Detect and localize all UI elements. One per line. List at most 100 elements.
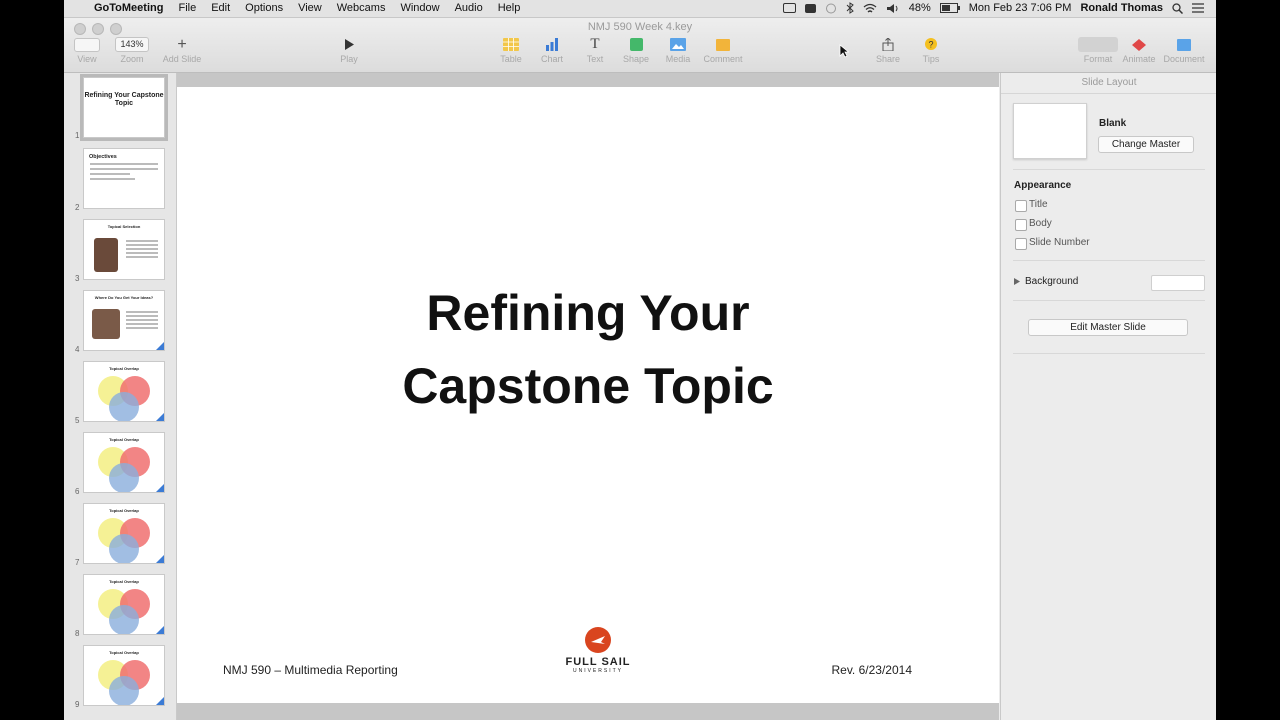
slide-title[interactable]: Refining Your Capstone Topic [177,277,999,423]
shape-button[interactable]: Shape [621,37,651,64]
slide-footer-revision[interactable]: Rev. 6/23/2014 [831,663,912,677]
slide-thumbnail-8[interactable]: Topical Overlap [83,574,165,635]
background-color-well[interactable] [1151,275,1205,291]
menu-view[interactable]: View [298,2,322,14]
menu-datetime[interactable]: Mon Feb 23 7:06 PM [969,2,1072,14]
full-sail-logo[interactable]: FULL SAIL UNIVERSITY [557,627,639,674]
view-icon [74,37,100,52]
text-icon: T [590,36,600,52]
menu-bar: GoToMeeting File Edit Options View Webca… [64,0,1216,18]
thumb-title: Topical Selection [107,224,141,229]
document-label: Document [1163,54,1205,64]
slide-thumbnail-3[interactable]: Topical Selection [83,219,165,280]
divider [1013,300,1205,301]
chart-button[interactable]: Chart [537,37,567,64]
slide-number: 9 [75,700,80,709]
slide-number-checkbox[interactable] [1015,238,1027,250]
play-button[interactable]: Play [334,37,364,64]
battery-percent[interactable]: 48% [909,2,931,14]
background-label[interactable]: Background [1025,276,1078,287]
notification-center-icon[interactable] [1192,3,1204,13]
thumb-text-lines [126,240,158,242]
wifi-icon[interactable] [863,3,877,14]
slide-number: 7 [75,558,80,567]
thumb-title: Where Do You Get Your Ideas? [94,295,154,300]
menu-edit[interactable]: Edit [211,2,230,14]
full-sail-logo-icon [585,627,611,653]
slide-canvas[interactable]: Refining Your Capstone Topic NMJ 590 – M… [177,87,999,703]
svg-text:?: ? [928,40,933,50]
share-icon [882,38,894,51]
slide-number: 4 [75,345,80,354]
airplay-icon[interactable] [782,3,796,13]
tips-button[interactable]: ? Tips [916,37,946,64]
disclosure-triangle-icon[interactable] [1014,278,1020,285]
slide-thumbnail-4[interactable]: Where Do You Get Your Ideas? [83,290,165,351]
comment-label: Comment [703,54,743,64]
thumb-text-line [90,173,130,175]
chart-label: Chart [540,54,563,64]
media-button[interactable]: Media [663,37,693,64]
slide-thumbnail-7[interactable]: Topical Overlap [83,503,165,564]
document-title[interactable]: NMJ 590 Week 4.key [64,21,1216,33]
menu-audio[interactable]: Audio [455,2,483,14]
comment-button[interactable]: Comment [699,37,747,64]
body-checkbox-label: Body [1029,218,1052,229]
animate-icon [1132,38,1146,51]
zoom-value: 143% [115,37,149,52]
zoom-menu[interactable]: 143% Zoom [112,37,152,64]
menu-user[interactable]: Ronald Thomas [1080,2,1163,14]
battery-icon[interactable] [939,3,960,13]
share-button[interactable]: Share [873,37,903,64]
menu-options[interactable]: Options [245,2,283,14]
text-button[interactable]: T Text [580,36,610,64]
slide-title-line-2: Capstone Topic [402,358,774,414]
slide-canvas-area: Refining Your Capstone Topic NMJ 590 – M… [177,73,999,720]
menu-window[interactable]: Window [400,2,439,14]
thumb-title: Objectives [89,154,117,160]
bluetooth-icon[interactable] [846,2,854,14]
comment-icon [716,38,730,51]
menu-help[interactable]: Help [498,2,521,14]
thumb-title: Topical Overlap [109,650,139,655]
media-label: Media [665,54,691,64]
table-label: Table [500,54,522,64]
edit-master-slide-button[interactable]: Edit Master Slide [1028,319,1188,336]
window-toolbar: NMJ 590 Week 4.key View 143% Zoom + Add … [64,18,1216,73]
play-label: Play [340,54,358,64]
slide-thumbnail-1[interactable]: Refining Your Capstone Topic [80,74,168,141]
thumb-title: Topical Overlap [109,508,139,513]
screen: GoToMeeting File Edit Options View Webca… [64,0,1216,720]
slide-thumbnail-6[interactable]: Topical Overlap [83,432,165,493]
menu-file[interactable]: File [178,2,196,14]
slide-thumbnail-5[interactable]: Topical Overlap [83,361,165,422]
menu-webcams[interactable]: Webcams [337,2,386,14]
animate-button[interactable]: Animate [1120,37,1158,64]
venn-blue [109,605,139,634]
thumb-photo [92,309,120,339]
slide-thumbnail-2[interactable]: Objectives [83,148,165,209]
menu-app-name[interactable]: GoToMeeting [94,2,163,14]
shape-label: Shape [622,54,650,64]
body-checkbox[interactable] [1015,219,1027,231]
document-button[interactable]: Document [1161,37,1207,64]
gotomeeting-status-icon[interactable] [804,3,816,13]
table-icon [503,38,519,51]
spotlight-search-icon[interactable] [1172,2,1183,14]
master-thumbnail[interactable] [1013,103,1087,159]
format-icon [1078,37,1118,52]
format-button[interactable]: Format [1078,37,1118,64]
title-checkbox[interactable] [1015,200,1027,212]
slide-footer-course[interactable]: NMJ 590 – Multimedia Reporting [223,663,398,677]
tab-slide-layout[interactable]: Slide Layout [1001,73,1216,94]
volume-icon[interactable] [886,3,900,14]
table-button[interactable]: Table [496,37,526,64]
clock-icon[interactable] [825,3,837,14]
slide-thumbnail-9[interactable]: Topical Overlap [83,645,165,706]
view-button[interactable]: View [72,37,102,64]
add-slide-button[interactable]: + Add Slide [160,36,204,65]
play-icon [345,39,354,50]
change-master-button[interactable]: Change Master [1098,136,1194,153]
add-slide-label: Add Slide [162,54,202,64]
thumb-text-line [90,178,135,180]
